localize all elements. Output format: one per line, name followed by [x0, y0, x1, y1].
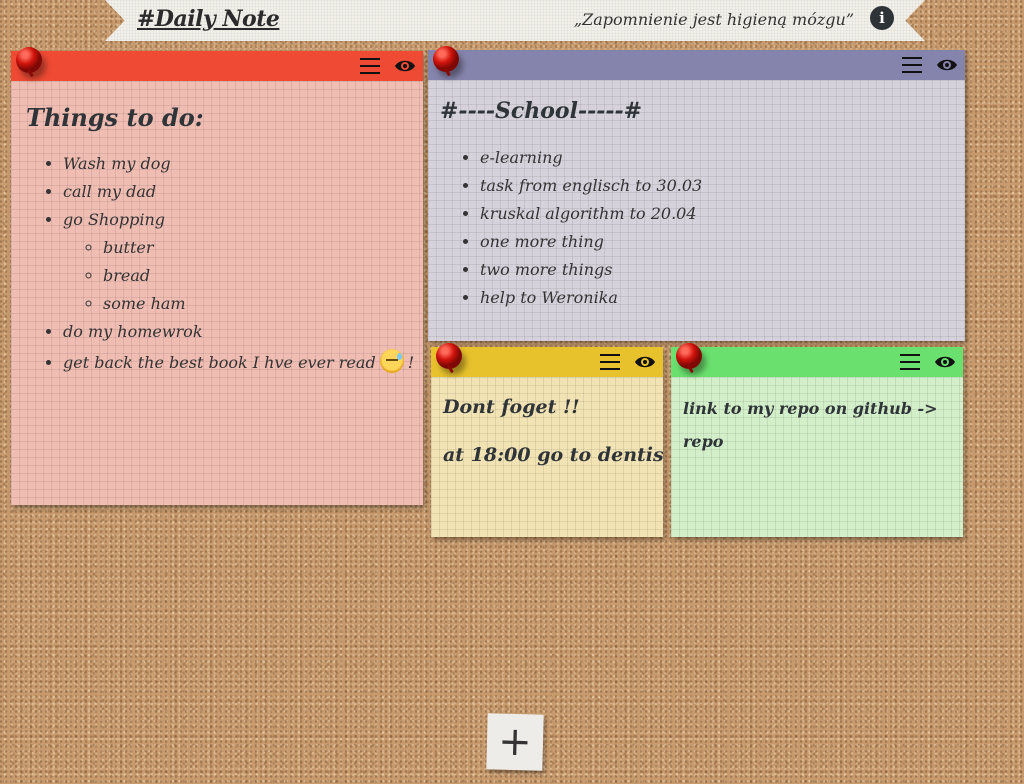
note-heading: #----School-----#	[440, 98, 643, 124]
note-line: link to my repo on github ->	[683, 399, 938, 418]
eye-icon[interactable]	[634, 354, 656, 370]
note-school: #----School-----# e-learning task from e…	[428, 46, 965, 341]
list-item-label: go Shopping	[63, 210, 166, 229]
list-item: task from englisch to 30.03	[480, 172, 702, 200]
note-line: Dont foget !!	[443, 396, 580, 418]
pushpin-icon	[433, 46, 459, 72]
note-link: link to my repo on github -> repo	[671, 343, 963, 537]
note-reminder: Dont foget !! at 18:00 go to dentist!	[431, 343, 663, 537]
list-item-label: get back the best book I hve ever read	[63, 353, 376, 372]
note-todo: Things to do: Wash my dog call my dad go…	[11, 47, 423, 505]
note-body[interactable]: Dont foget !! at 18:00 go to dentist!	[431, 377, 663, 537]
list-item: two more things	[480, 256, 702, 284]
eye-icon[interactable]	[394, 58, 416, 74]
list-item: kruskal algorithm to 20.04	[480, 200, 702, 228]
pushpin-icon	[676, 343, 702, 369]
shopping-sublist: butter bread some ham	[63, 234, 414, 318]
list-item: Wash my dog	[63, 150, 414, 178]
list-item: e-learning	[480, 144, 702, 172]
app-title[interactable]: #Daily Note	[137, 6, 280, 32]
sublist-item: butter	[103, 234, 414, 262]
list-item-suffix: !	[407, 353, 415, 372]
hamburger-menu-icon[interactable]	[600, 354, 620, 370]
eye-icon[interactable]	[936, 57, 958, 73]
note-toolbar	[11, 47, 423, 81]
pushpin-icon	[436, 343, 462, 369]
list-item: do my homewrok	[63, 318, 414, 346]
pushpin-icon	[16, 47, 42, 73]
eye-icon[interactable]	[934, 354, 956, 370]
list-item: help to Weronika	[480, 284, 702, 312]
hamburger-menu-icon[interactable]	[902, 57, 922, 73]
note-toolbar	[428, 46, 965, 80]
sublist-item: bread	[103, 262, 414, 290]
list-item: go Shopping butter bread some ham	[63, 206, 414, 318]
list-item: get back the best book I hve ever read!	[63, 346, 414, 380]
note-toolbar	[671, 343, 963, 377]
info-icon[interactable]: i	[870, 6, 894, 30]
school-list: e-learning task from englisch to 30.03 k…	[428, 144, 702, 312]
hamburger-menu-icon[interactable]	[360, 58, 380, 74]
sublist-item: some ham	[103, 290, 414, 318]
note-body[interactable]: Things to do: Wash my dog call my dad go…	[11, 81, 423, 505]
note-line: at 18:00 go to dentist!	[443, 444, 663, 466]
list-item: one more thing	[480, 228, 702, 256]
note-body[interactable]: #----School-----# e-learning task from e…	[428, 80, 965, 341]
note-body[interactable]: link to my repo on github -> repo	[671, 377, 963, 537]
add-note-button[interactable]: +	[486, 713, 544, 771]
list-item: call my dad	[63, 178, 414, 206]
header-quote: „Zapomnienie jest higieną mózgu”	[573, 10, 854, 29]
hamburger-menu-icon[interactable]	[900, 354, 920, 370]
repo-link[interactable]: repo	[683, 432, 723, 451]
sad-face-emoji-icon	[379, 349, 404, 373]
note-toolbar	[431, 343, 663, 377]
todo-list: Wash my dog call my dad go Shopping butt…	[11, 150, 414, 380]
note-heading: Things to do:	[26, 103, 204, 132]
